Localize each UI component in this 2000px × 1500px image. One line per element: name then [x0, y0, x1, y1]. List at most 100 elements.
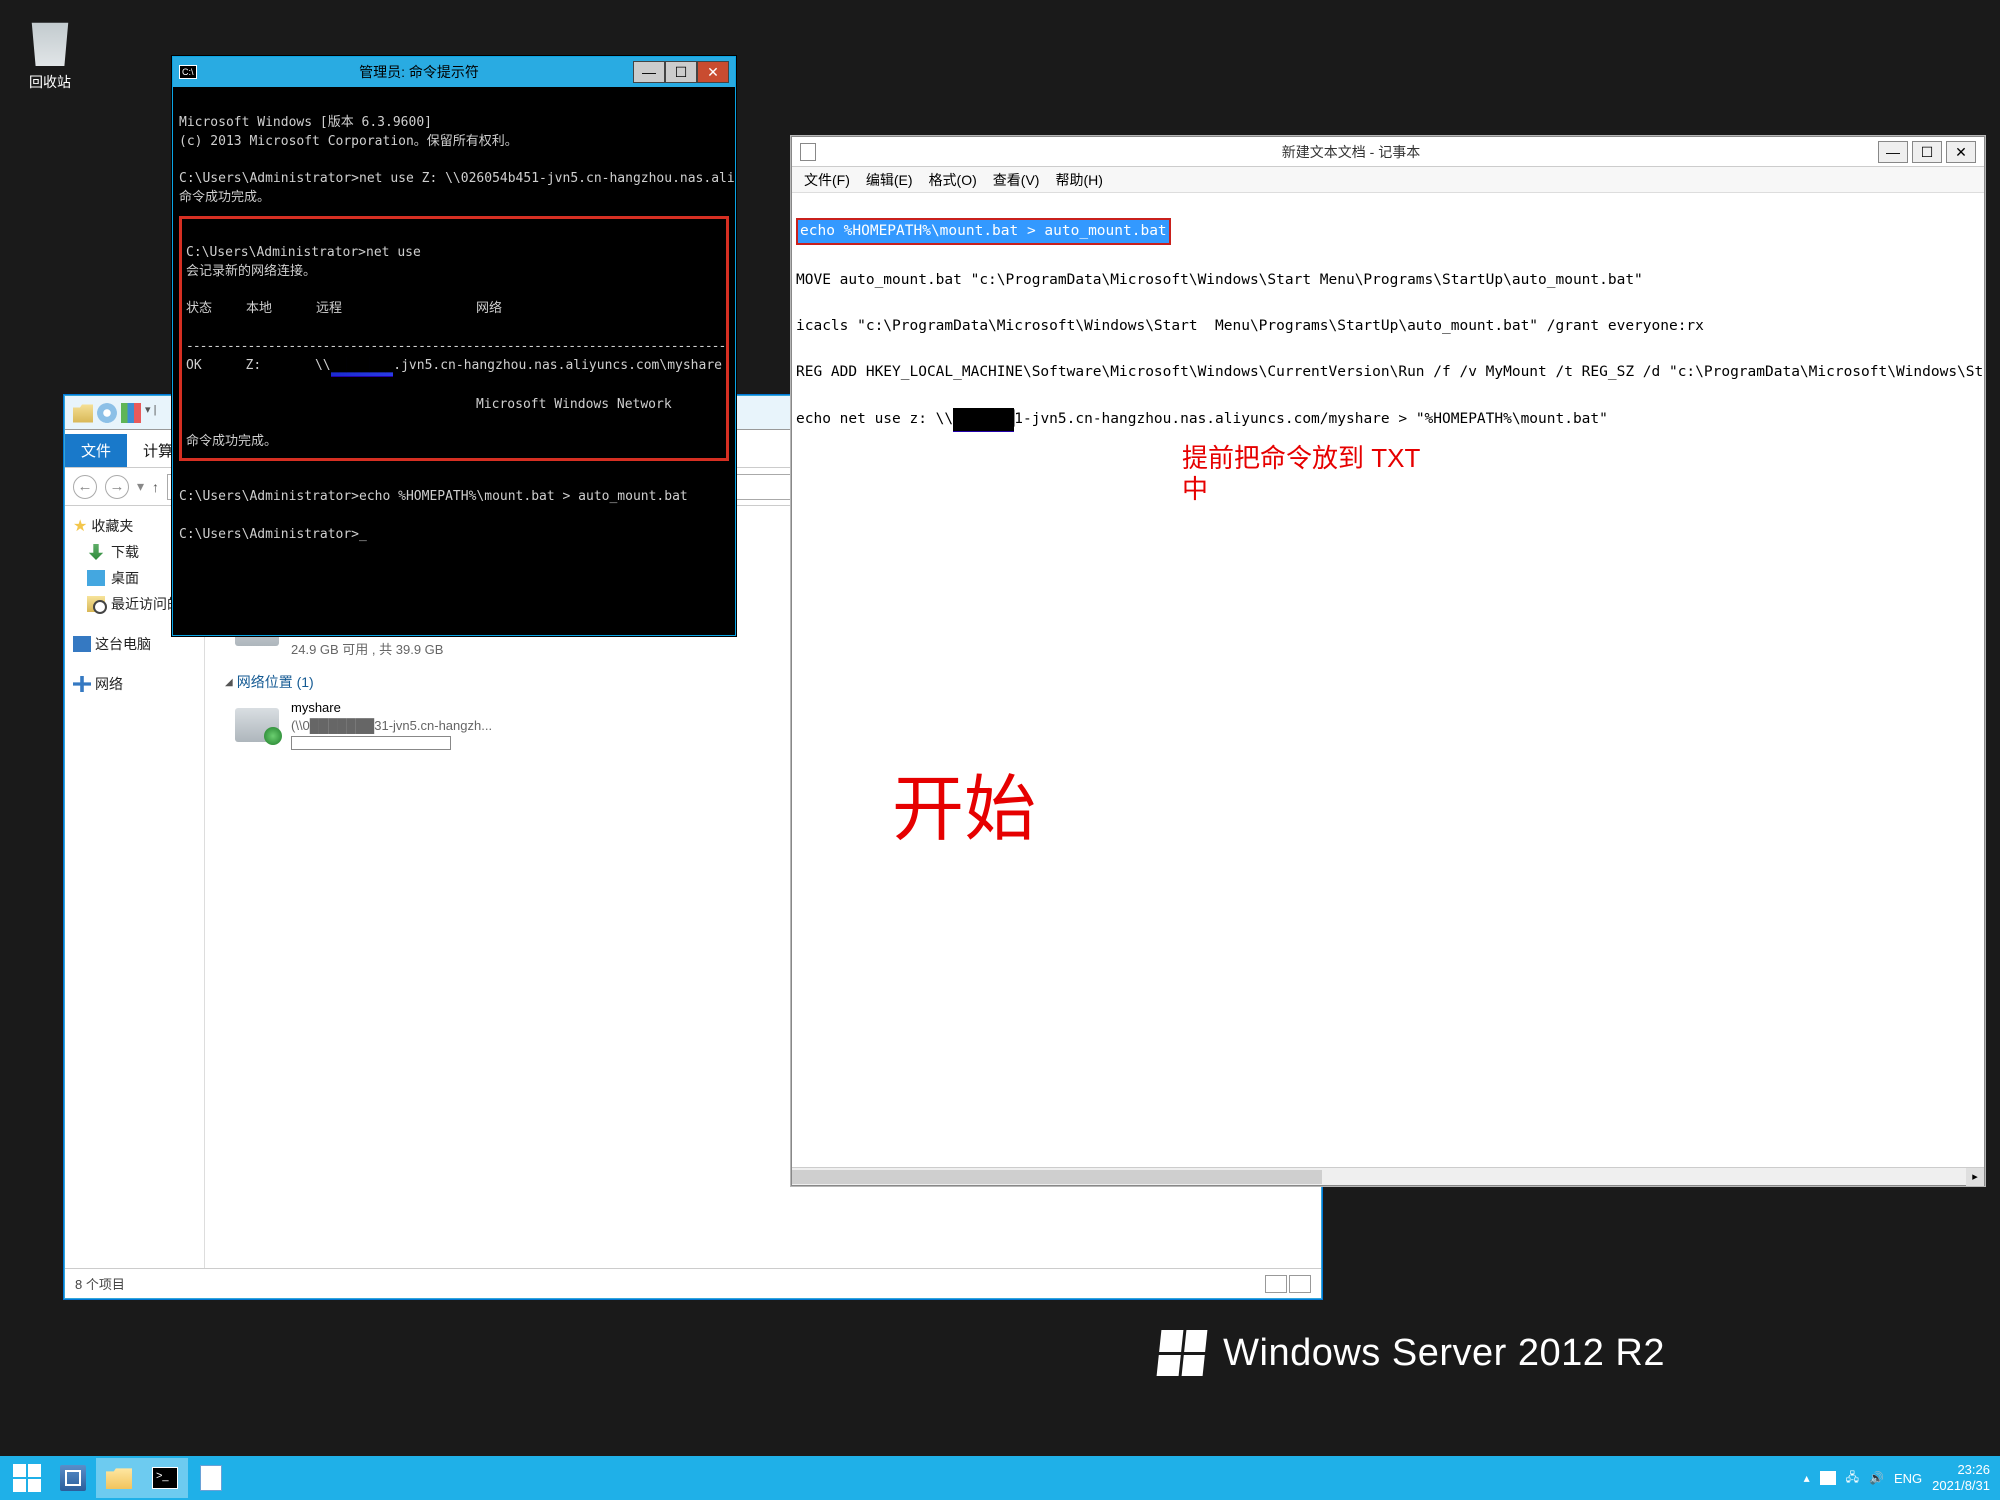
notepad-window: 新建文本文档 - 记事本 — ☐ ✕ 文件(F) 编辑(E) 格式(O) 查看(…	[791, 136, 1985, 1186]
recycle-bin[interactable]: 回收站	[10, 18, 90, 92]
nav-back-button[interactable]: ←	[73, 475, 97, 499]
horizontal-scrollbar[interactable]: ▸	[792, 1167, 1984, 1185]
editor-line: MOVE auto_mount.bat "c:\ProgramData\Micr…	[796, 272, 1643, 288]
explorer-icon	[106, 1467, 132, 1489]
cmd-icon	[152, 1467, 178, 1489]
recycle-bin-icon	[26, 18, 74, 66]
watermark-text: Windows Server 2012 R2	[1223, 1332, 1665, 1375]
quick-dropdown[interactable]: ▾ |	[145, 403, 165, 423]
minimize-button[interactable]: —	[1878, 141, 1908, 163]
cmd-line: 命令成功完成。	[179, 190, 270, 205]
download-icon	[87, 544, 105, 560]
tab-file[interactable]: 文件	[65, 434, 127, 467]
network-drive-icon	[235, 708, 279, 742]
cmd-terminal[interactable]: Microsoft Windows [版本 6.3.9600] (c) 2013…	[173, 87, 735, 635]
notepad-window-controls: — ☐ ✕	[1878, 141, 1976, 163]
notepad-title: 新建文本文档 - 记事本	[824, 142, 1878, 162]
cmd-line: C:\Users\Administrator>net use	[186, 245, 421, 260]
taskbar: ▴ 🖧 🔊 ENG 23:26 2021/8/31	[0, 1456, 2000, 1500]
quick-folder-icon[interactable]	[73, 403, 93, 423]
cmd-line: 会记录新的网络连接。	[186, 264, 316, 279]
netloc-name: myshare	[291, 700, 492, 715]
cmd-line: C:\Users\Administrator>echo %HOMEPATH%\m…	[179, 489, 688, 504]
tray-volume-icon[interactable]: 🔊	[1869, 1471, 1884, 1485]
start-button[interactable]	[4, 1458, 50, 1498]
cmd-prompt: C:\Users\Administrator>_	[179, 527, 367, 542]
windows-logo-icon	[1157, 1330, 1208, 1376]
maximize-button[interactable]: ☐	[665, 61, 697, 83]
cmd-window: C:\ 管理员: 命令提示符 — ☐ ✕ Microsoft Windows […	[172, 56, 736, 636]
quick-disc-icon[interactable]	[97, 403, 117, 423]
annotation-text: 提前把命令放到 TXT 中	[1182, 443, 1420, 505]
view-details-button[interactable]	[1265, 1275, 1287, 1293]
menu-file[interactable]: 文件(F)	[798, 168, 856, 192]
nav-history-dropdown[interactable]: ▾	[137, 478, 144, 495]
status-item-count: 8 个项目	[75, 1274, 125, 1293]
minimize-button[interactable]: —	[633, 61, 665, 83]
windows-logo-icon	[13, 1464, 41, 1492]
nav-fwd-button[interactable]: →	[105, 475, 129, 499]
system-tray: ▴ 🖧 🔊 ENG 23:26 2021/8/31	[1804, 1462, 1996, 1493]
desktop-icon	[87, 570, 105, 586]
tray-network-icon[interactable]: 🖧	[1846, 1468, 1859, 1489]
scroll-right-button[interactable]: ▸	[1966, 1168, 1984, 1186]
taskbar-server-manager[interactable]	[50, 1458, 96, 1498]
menu-format[interactable]: 格式(O)	[923, 168, 983, 192]
sidebar-item-network[interactable]: 网络	[73, 674, 196, 694]
redacted-text: ███████	[953, 408, 1014, 432]
taskbar-cmd[interactable]	[142, 1458, 188, 1498]
redacted-text: ████████	[331, 357, 394, 377]
cmd-line: (c) 2013 Microsoft Corporation。保留所有权利。	[179, 134, 518, 149]
editor-line: echo net use z: \\███████1-jvn5.cn-hangz…	[796, 411, 1608, 427]
cmd-title: 管理员: 命令提示符	[205, 62, 633, 82]
separator: ----------------------------------------…	[186, 339, 725, 354]
explorer-statusbar: 8 个项目	[65, 1268, 1321, 1298]
notepad-icon	[200, 1465, 222, 1491]
network-icon	[73, 676, 91, 692]
notepad-menubar: 文件(F) 编辑(E) 格式(O) 查看(V) 帮助(H)	[792, 167, 1984, 193]
taskbar-explorer[interactable]	[96, 1458, 142, 1498]
menu-edit[interactable]: 编辑(E)	[860, 168, 919, 192]
view-icons-button[interactable]	[1289, 1275, 1311, 1293]
maximize-button[interactable]: ☐	[1912, 141, 1942, 163]
annotation-start: 开始	[892, 753, 1036, 868]
annotation-highlight-box: C:\Users\Administrator>net use 会记录新的网络连接…	[179, 216, 729, 461]
document-icon	[800, 143, 816, 161]
os-watermark: Windows Server 2012 R2	[1159, 1330, 1665, 1376]
server-manager-icon	[60, 1465, 86, 1491]
drive-info: 24.9 GB 可用 , 共 39.9 GB	[291, 639, 451, 658]
cmd-line: 命令成功完成。	[186, 434, 277, 449]
clock-time: 23:26	[1932, 1462, 1990, 1478]
cmd-line: Microsoft Windows [版本 6.3.9600]	[179, 115, 432, 130]
cmd-window-controls: — ☐ ✕	[633, 61, 729, 83]
tray-up-icon[interactable]: ▴	[1804, 1471, 1810, 1485]
editor-line: REG ADD HKEY_LOCAL_MACHINE\Software\Micr…	[796, 364, 1984, 380]
nav-up-button[interactable]: ↑	[152, 479, 159, 495]
menu-help[interactable]: 帮助(H)	[1049, 168, 1108, 192]
clock-date: 2021/8/31	[1932, 1478, 1990, 1494]
clock[interactable]: 23:26 2021/8/31	[1932, 1462, 1990, 1493]
recent-icon	[87, 596, 105, 612]
editor-line: icacls "c:\ProgramData\Microsoft\Windows…	[796, 318, 1704, 334]
action-center-icon[interactable]	[1820, 1471, 1836, 1485]
cmd-titlebar[interactable]: C:\ 管理员: 命令提示符 — ☐ ✕	[173, 57, 735, 87]
taskbar-notepad[interactable]	[188, 1458, 234, 1498]
cmd-line: C:\Users\Administrator>net use Z: \\0260…	[179, 171, 735, 186]
menu-view[interactable]: 查看(V)	[987, 168, 1046, 192]
quick-access-toolbar: ▾ |	[65, 403, 173, 423]
sidebar-item-this-pc[interactable]: 这台电脑	[73, 634, 196, 654]
notepad-editor[interactable]: echo %HOMEPATH%\mount.bat > auto_mount.b…	[792, 193, 1984, 1167]
scrollbar-thumb[interactable]	[792, 1170, 1322, 1184]
ime-indicator[interactable]: ENG	[1894, 1471, 1922, 1486]
close-button[interactable]: ✕	[697, 61, 729, 83]
close-button[interactable]: ✕	[1946, 141, 1976, 163]
star-icon: ★	[73, 516, 87, 536]
selected-text: echo %HOMEPATH%\mount.bat > auto_mount.b…	[796, 218, 1171, 245]
notepad-titlebar[interactable]: 新建文本文档 - 记事本 — ☐ ✕	[792, 137, 1984, 167]
cmd-icon: C:\	[179, 65, 197, 79]
recycle-bin-label: 回收站	[10, 72, 90, 92]
netloc-path: (\\0███████31-jvn5.cn-hangzh...	[291, 718, 492, 733]
quick-properties-icon[interactable]	[121, 403, 141, 423]
chevron-down-icon: ◢	[225, 677, 233, 688]
netloc-usage-bar	[291, 736, 451, 750]
